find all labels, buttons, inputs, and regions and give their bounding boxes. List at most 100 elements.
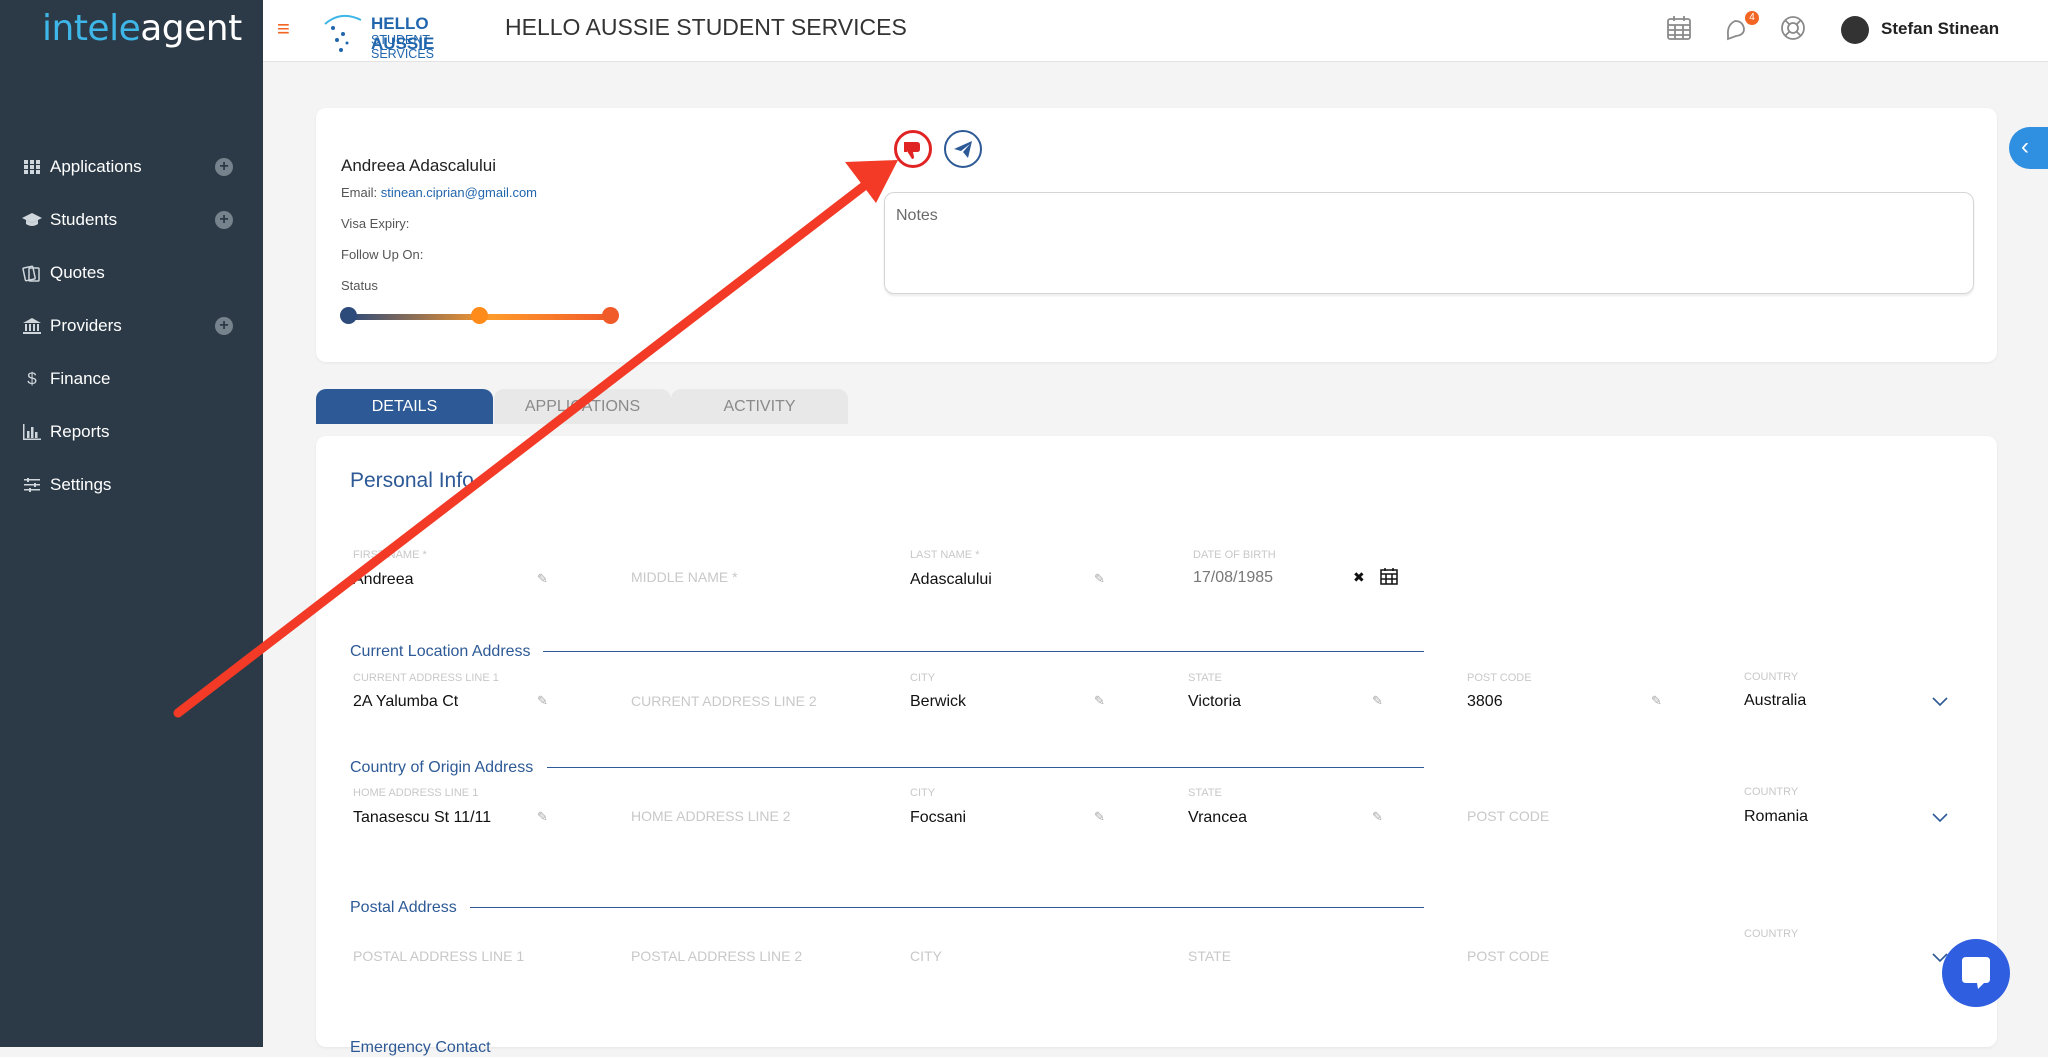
first-name-field[interactable]: Andreea — [353, 571, 414, 589]
sidebar-item-settings[interactable]: Settings — [0, 458, 263, 511]
section-divider — [470, 907, 1424, 908]
edit-pencil-icon[interactable]: ✎ — [1094, 809, 1105, 825]
current-post-label: POST CODE — [1467, 672, 1532, 684]
chat-widget-button[interactable] — [1942, 939, 2010, 1007]
current-state-field[interactable]: Victoria — [1188, 693, 1241, 711]
follow-up-label: Follow Up On: — [341, 247, 424, 262]
home-line1-label: HOME ADDRESS LINE 1 — [353, 787, 479, 799]
sidebar-item-applications[interactable]: Applications + — [0, 140, 263, 193]
brand-logo: HELLO AUSSIE STUDENT SERVICES — [321, 10, 491, 61]
tab-details[interactable]: DETAILS — [316, 389, 493, 424]
paper-plane-icon — [954, 141, 972, 158]
postal-state-field[interactable]: STATE — [1188, 948, 1231, 964]
section-divider — [547, 767, 1424, 768]
notification-badge: 4 — [1745, 11, 1759, 25]
home-line1-field[interactable]: Tanasescu St 11/11 — [353, 809, 491, 827]
email-label: Email: — [341, 185, 378, 200]
middle-name-field[interactable]: MIDDLE NAME * — [631, 569, 738, 585]
help-lifebuoy-icon[interactable] — [1780, 15, 1808, 43]
current-post-field[interactable]: 3806 — [1467, 693, 1503, 711]
edit-pencil-icon[interactable]: ✎ — [1372, 693, 1383, 709]
current-country-select[interactable]: Australia — [1744, 692, 1806, 710]
current-line1-label: CURRENT ADDRESS LINE 1 — [353, 672, 499, 684]
sidebar-item-label: Settings — [50, 474, 112, 494]
postal-country-label: COUNTRY — [1744, 928, 1799, 940]
sidebar-item-label: Providers — [50, 315, 122, 335]
chevron-down-icon[interactable] — [1932, 697, 1948, 707]
home-city-label: CITY — [910, 787, 936, 799]
status-step-1[interactable] — [340, 307, 357, 324]
personal-info-title: Personal Info — [350, 469, 474, 492]
grid-icon — [22, 157, 42, 177]
app-logo[interactable]: inteleagent — [42, 8, 242, 49]
chat-bubble-icon — [1962, 957, 1990, 989]
calendar-picker-icon[interactable] — [1380, 567, 1398, 590]
sidebar-item-label: Reports — [50, 421, 110, 441]
tab-activity[interactable]: ACTIVITY — [671, 389, 848, 424]
home-post-field[interactable]: POST CODE — [1467, 808, 1549, 824]
sidebar-item-students[interactable]: Students + — [0, 193, 263, 246]
home-state-label: STATE — [1188, 787, 1222, 799]
sidebar-item-finance[interactable]: $ Finance — [0, 352, 263, 405]
edit-pencil-icon[interactable]: ✎ — [1094, 693, 1105, 709]
home-city-field[interactable]: Focsani — [910, 809, 966, 827]
status-step-2[interactable] — [471, 307, 488, 324]
postal-post-field[interactable]: POST CODE — [1467, 948, 1549, 964]
section-divider — [543, 651, 1424, 652]
send-email-button[interactable] — [944, 130, 982, 168]
menu-icon[interactable]: ≡ — [277, 16, 303, 42]
current-line2-field[interactable]: CURRENT ADDRESS LINE 2 — [631, 693, 817, 709]
home-country-select[interactable]: Romania — [1744, 808, 1808, 826]
edit-pencil-icon[interactable]: ✎ — [537, 693, 548, 709]
sidebar: inteleagent Applications + Students + Qu… — [0, 0, 263, 1047]
edit-pencil-icon[interactable]: ✎ — [1372, 809, 1383, 825]
bar-chart-icon — [22, 422, 42, 442]
first-name-label: FIRST NAME * — [353, 549, 427, 561]
dob-field[interactable]: 17/08/1985 — [1193, 569, 1273, 587]
thumbs-down-icon — [904, 142, 920, 159]
home-state-field[interactable]: Vrancea — [1188, 809, 1247, 827]
add-student-icon[interactable]: + — [215, 210, 233, 229]
notes-textarea[interactable]: Notes — [884, 192, 1974, 294]
visa-expiry-label: Visa Expiry: — [341, 216, 410, 231]
current-country-label: COUNTRY — [1744, 671, 1799, 683]
last-name-field[interactable]: Adascalului — [910, 571, 992, 589]
current-city-field[interactable]: Berwick — [910, 693, 966, 711]
edit-pencil-icon[interactable]: ✎ — [1094, 571, 1105, 587]
dislike-button[interactable] — [894, 130, 932, 168]
tab-applications[interactable]: APPLICATIONS — [494, 389, 671, 424]
current-line1-field[interactable]: 2A Yalumba Ct — [353, 693, 458, 711]
bank-icon — [22, 316, 42, 336]
quotes-icon — [22, 263, 42, 283]
sidebar-item-providers[interactable]: Providers + — [0, 299, 263, 352]
current-address-title: Current Location Address — [350, 643, 531, 660]
avatar[interactable] — [1841, 16, 1869, 44]
chevron-down-icon[interactable] — [1932, 813, 1948, 823]
sidebar-item-label: Finance — [50, 368, 111, 388]
postal-line1-field[interactable]: POSTAL ADDRESS LINE 1 — [353, 948, 524, 964]
email-link[interactable]: stinean.ciprian@gmail.com — [381, 185, 537, 200]
sidebar-item-label: Applications — [50, 156, 142, 176]
edit-pencil-icon[interactable]: ✎ — [537, 571, 548, 587]
sidebar-nav: Applications + Students + Quotes Provide… — [0, 140, 263, 511]
edit-pencil-icon[interactable]: ✎ — [1651, 693, 1662, 709]
collapse-panel-toggle[interactable]: ‹ — [2009, 127, 2048, 169]
sidebar-item-reports[interactable]: Reports — [0, 405, 263, 458]
sidebar-item-quotes[interactable]: Quotes — [0, 246, 263, 299]
sidebar-item-label: Students — [50, 209, 118, 229]
add-application-icon[interactable]: + — [215, 157, 233, 176]
student-name: Andreea Adascalului — [341, 156, 497, 175]
status-label: Status — [341, 278, 378, 293]
postal-city-field[interactable]: CITY — [910, 948, 942, 964]
calendar-icon[interactable] — [1666, 15, 1694, 43]
edit-pencil-icon[interactable]: ✎ — [537, 809, 548, 825]
dollar-icon: $ — [27, 368, 37, 388]
emergency-contact-title: Emergency Contact — [350, 1039, 491, 1056]
home-line2-field[interactable]: HOME ADDRESS LINE 2 — [631, 808, 791, 824]
user-name[interactable]: Stefan Stinean — [1881, 19, 1999, 39]
status-step-3[interactable] — [602, 307, 619, 324]
add-provider-icon[interactable]: + — [215, 316, 233, 335]
clear-date-icon[interactable]: ✖ — [1353, 569, 1365, 586]
sidebar-item-label: Quotes — [50, 262, 105, 282]
postal-line2-field[interactable]: POSTAL ADDRESS LINE 2 — [631, 948, 802, 964]
